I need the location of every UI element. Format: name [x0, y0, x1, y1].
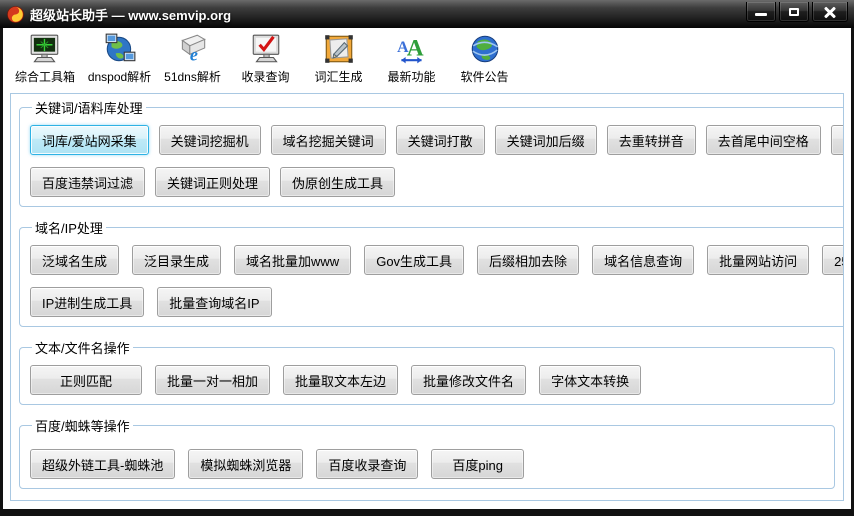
- button-row: 百度违禁词过滤 关键词正则处理 伪原创生成工具: [30, 167, 844, 197]
- btn-font-text-convert[interactable]: 字体文本转换: [539, 365, 641, 395]
- globe-computers-icon: [103, 32, 137, 66]
- toolbar-item-toolbox[interactable]: 综合工具箱: [7, 31, 83, 85]
- btn-pan-domain-gen[interactable]: 泛域名生成: [30, 245, 119, 275]
- button-row: IP进制生成工具 批量查询域名IP: [30, 287, 844, 317]
- btn-batch-domain-ip[interactable]: 批量查询域名IP: [157, 287, 271, 317]
- btn-baidu-banned-filter[interactable]: 百度违禁词过滤: [30, 167, 145, 197]
- button-row: 泛域名生成 泛目录生成 域名批量加www Gov生成工具 后缀相加去除 域名信息…: [30, 245, 844, 275]
- btn-ciku-collect[interactable]: 词库/爱站网采集: [30, 125, 149, 155]
- btn-domain-info-query[interactable]: 域名信息查询: [592, 245, 694, 275]
- window-controls: [746, 2, 848, 22]
- btn-ip-base-gen[interactable]: IP进制生成工具: [30, 287, 144, 317]
- main-panel: 关键词/语料库处理 词库/爱站网采集 关键词挖掘机 域名挖掘关键词 关键词打散 …: [10, 93, 844, 501]
- btn-keyword-shuffle[interactable]: 关键词打散: [396, 125, 485, 155]
- btn-batch-text-left[interactable]: 批量取文本左边: [283, 365, 398, 395]
- font-letters-icon: A A: [395, 32, 429, 66]
- client-area: 综合工具箱 dnspod解析 e: [3, 28, 851, 509]
- button-row: 词库/爱站网采集 关键词挖掘机 域名挖掘关键词 关键词打散 关键词加后缀 去重转…: [30, 125, 844, 155]
- globe-icon: [468, 32, 502, 66]
- toolbar-item-dnspod[interactable]: dnspod解析: [83, 31, 156, 85]
- window-title: 超级站长助手 — www.semvip.org: [30, 5, 231, 24]
- group-title: 百度/蜘蛛等操作: [32, 416, 133, 435]
- app-window: 超级站长助手 — www.semvip.org: [0, 0, 854, 516]
- minimize-button[interactable]: [746, 2, 776, 22]
- btn-258ip-gen[interactable]: 258IP一键生成: [822, 245, 844, 275]
- btn-pseudo-original[interactable]: 伪原创生成工具: [280, 167, 395, 197]
- btn-keyword-regex[interactable]: 关键词正则处理: [155, 167, 270, 197]
- toolbar: 综合工具箱 dnspod解析 e: [3, 28, 851, 90]
- btn-domain-dig-keywords[interactable]: 域名挖掘关键词: [271, 125, 386, 155]
- btn-baidu-index-query[interactable]: 百度收录查询: [316, 449, 418, 479]
- svg-text:A: A: [406, 35, 423, 61]
- btn-regex-match[interactable]: 正则匹配: [30, 365, 142, 395]
- maximize-button[interactable]: [779, 2, 809, 22]
- btn-dedup-to-pinyin[interactable]: 去重转拼音: [607, 125, 696, 155]
- btn-superlink-spiderpool[interactable]: 超级外链工具-蜘蛛池: [30, 449, 175, 479]
- btn-baidu-ping[interactable]: 百度ping: [431, 449, 524, 479]
- toolbar-item-label: 最新功能: [387, 68, 435, 85]
- toolbar-item-label: 收录查询: [241, 68, 289, 85]
- note-pencil-icon: [322, 32, 356, 66]
- btn-vocab-composite[interactable]: 词汇综合生成: [831, 125, 844, 155]
- toolbar-item-51dns[interactable]: e 51dns解析: [156, 31, 229, 85]
- group-baidu-spider: 百度/蜘蛛等操作 超级外链工具-蜘蛛池 模拟蜘蛛浏览器 百度收录查询 百度pin…: [19, 416, 835, 489]
- maximize-icon: [789, 8, 799, 16]
- toolbar-item-label: 综合工具箱: [15, 68, 75, 85]
- group-text-filename: 文本/文件名操作 正则匹配 批量一对一相加 批量取文本左边 批量修改文件名 字体…: [19, 338, 835, 405]
- btn-batch-site-visit[interactable]: 批量网站访问: [707, 245, 809, 275]
- minimize-icon: [755, 13, 767, 16]
- toolbar-item-vocab-gen[interactable]: 词汇生成: [302, 31, 375, 85]
- toolbar-item-announcements[interactable]: 软件公告: [448, 31, 521, 85]
- btn-pan-dir-gen[interactable]: 泛目录生成: [132, 245, 221, 275]
- monitor-crosshair-icon: [28, 32, 62, 66]
- toolbar-item-new-features[interactable]: A A 最新功能: [375, 31, 448, 85]
- button-row: 超级外链工具-蜘蛛池 模拟蜘蛛浏览器 百度收录查询 百度ping: [30, 449, 826, 479]
- btn-batch-rename-files[interactable]: 批量修改文件名: [411, 365, 526, 395]
- btn-gov-gen-tool[interactable]: Gov生成工具: [364, 245, 464, 275]
- btn-batch-one2one-add[interactable]: 批量一对一相加: [155, 365, 270, 395]
- app-logo-icon: [7, 6, 24, 23]
- monitor-checkmark-icon: [249, 32, 283, 66]
- btn-trim-spaces[interactable]: 去首尾中间空格: [706, 125, 821, 155]
- close-button[interactable]: [812, 2, 848, 22]
- group-keyword-corpus: 关键词/语料库处理 词库/爱站网采集 关键词挖掘机 域名挖掘关键词 关键词打散 …: [19, 98, 844, 207]
- toolbar-item-label: 软件公告: [460, 68, 508, 85]
- toolbar-item-label: 51dns解析: [164, 68, 221, 85]
- group-domain-ip: 域名/IP处理 泛域名生成 泛目录生成 域名批量加www Gov生成工具 后缀相…: [19, 218, 844, 327]
- group-title: 关键词/语料库处理: [32, 98, 146, 117]
- btn-spider-browser-sim[interactable]: 模拟蜘蛛浏览器: [188, 449, 303, 479]
- toolbar-item-label: 词汇生成: [314, 68, 362, 85]
- group-title: 文本/文件名操作: [32, 338, 133, 357]
- btn-keyword-add-suffix[interactable]: 关键词加后缀: [495, 125, 597, 155]
- drive-e-icon: e: [176, 32, 210, 66]
- close-icon: [824, 6, 836, 18]
- toolbar-item-index-check[interactable]: 收录查询: [229, 31, 302, 85]
- button-row: 正则匹配 批量一对一相加 批量取文本左边 批量修改文件名 字体文本转换: [30, 365, 826, 395]
- btn-suffix-add-remove[interactable]: 后缀相加去除: [477, 245, 579, 275]
- btn-domain-add-www[interactable]: 域名批量加www: [234, 245, 351, 275]
- titlebar: 超级站长助手 — www.semvip.org: [0, 0, 854, 28]
- toolbar-item-label: dnspod解析: [88, 68, 151, 85]
- group-title: 域名/IP处理: [32, 218, 106, 237]
- btn-keyword-digger[interactable]: 关键词挖掘机: [159, 125, 261, 155]
- svg-text:e: e: [189, 45, 197, 65]
